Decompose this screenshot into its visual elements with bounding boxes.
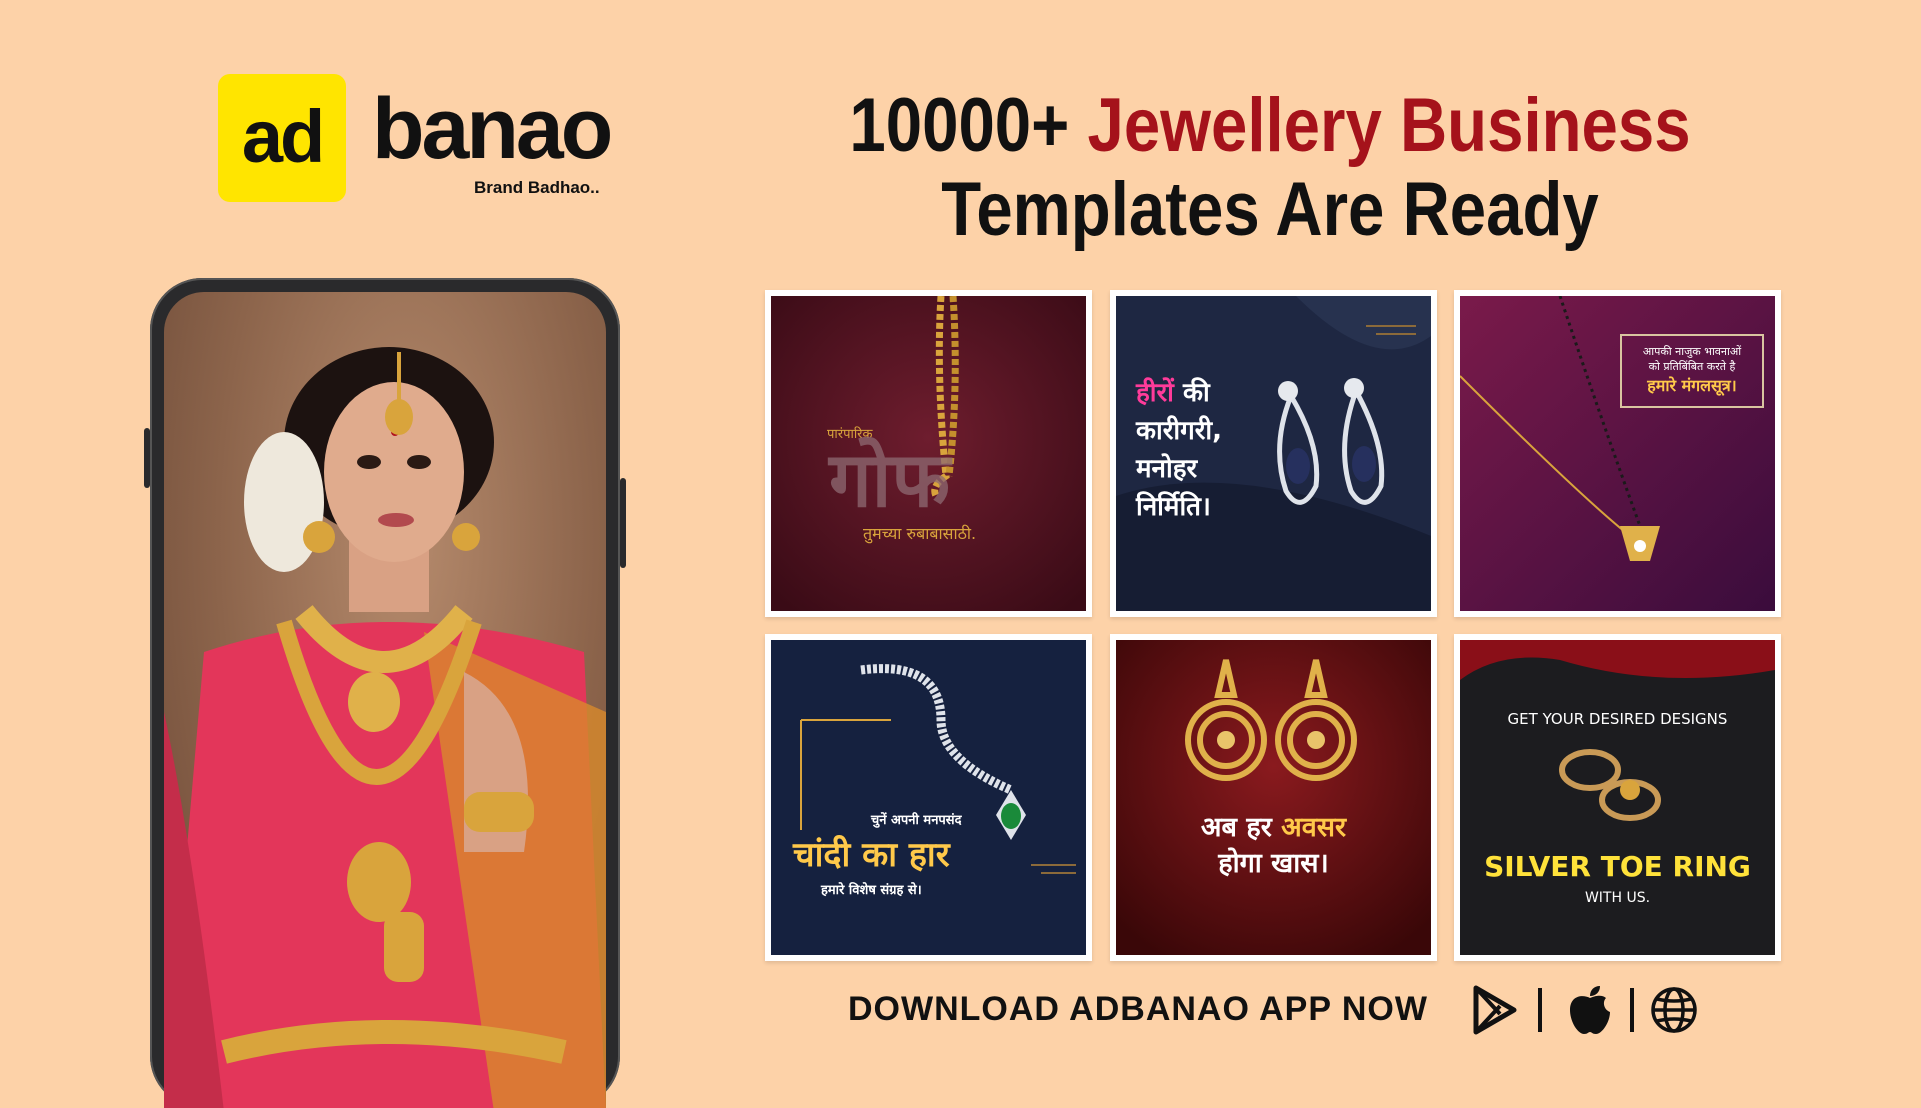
logo-tagline: Brand Badhao.. — [474, 178, 600, 197]
phone-mockup — [144, 278, 626, 1108]
logo-wordmark: banao — [372, 81, 613, 177]
gold-earrings-line-2: होगा खास। — [1218, 848, 1329, 879]
download-app-text: DOWNLOAD ADBANAO APP NOW — [848, 990, 1428, 1028]
gof-caption: तुमच्या रुबाबासाठी. — [863, 524, 977, 543]
diamond-line-1-rest: की — [1173, 378, 1210, 408]
footer-separator — [1538, 988, 1542, 1032]
template-card-toe-ring[interactable]: GET YOUR DESIRED DESIGNS SILVER TOE RING… — [1454, 634, 1781, 961]
mangalsutra-line-3: हमारे मंगलसूत्र। — [1647, 376, 1737, 395]
headline-line-1: 10000+ Jewellery Business — [831, 84, 1708, 168]
gold-earrings-plain: अब हर — [1200, 812, 1282, 843]
diamond-line-3: मनोहर — [1136, 454, 1198, 484]
gof-big-text: गोफ — [829, 435, 951, 524]
play-store-icon[interactable] — [1468, 984, 1520, 1036]
silver-necklace-line-1: चुनें अपनी मनपसंद — [871, 813, 962, 828]
toe-ring-title: SILVER TOE RING — [1484, 850, 1751, 883]
globe-icon[interactable] — [1648, 984, 1700, 1036]
gold-earrings-text: अब हर अवसर होगा खास। — [1116, 810, 1431, 882]
silver-necklace-line-2: चांदी का हार — [793, 835, 950, 875]
gold-earrings-background — [1116, 640, 1431, 955]
toe-ring-background — [1460, 640, 1775, 955]
phone-volume-button — [144, 428, 150, 488]
diamond-earrings-text: हीरों की कारीगरी, मनोहर निर्मिति। — [1136, 374, 1222, 526]
template-card-silver-necklace[interactable]: चुनें अपनी मनपसंद चांदी का हार हमारे विश… — [765, 634, 1092, 961]
diamond-highlight: हीरों — [1136, 378, 1174, 408]
mangalsutra-text-frame: आपकी नाजुक भावनाओं को प्रतिबिंबित करते ह… — [1620, 334, 1764, 408]
mangalsutra-line-1: आपकी नाजुक भावनाओं — [1642, 345, 1742, 358]
diamond-line-2: कारीगरी, — [1136, 416, 1222, 446]
logo-badge: ad — [218, 74, 346, 202]
template-card-diamond-earrings[interactable]: हीरों की कारीगरी, मनोहर निर्मिति। — [1110, 290, 1437, 617]
logo-ad-text: ad — [241, 94, 325, 178]
template-card-mangalsutra[interactable]: आपकी नाजुक भावनाओं को प्रतिबिंबित करते ह… — [1454, 290, 1781, 617]
apple-icon[interactable] — [1564, 984, 1616, 1036]
bride-model-illustration — [164, 347, 606, 1108]
headline: 10000+ Jewellery Business Templates Are … — [831, 84, 1708, 252]
template-card-gold-earrings[interactable]: अब हर अवसर होगा खास। — [1110, 634, 1437, 961]
mangalsutra-line-2: को प्रतिबिंबित करते है — [1648, 360, 1736, 373]
phone-power-button — [620, 478, 626, 568]
gold-earrings-highlight: अवसर — [1281, 812, 1347, 843]
silver-necklace-line-3: हमारे विशेष संग्रह से। — [821, 883, 922, 898]
headline-highlight: Jewellery Business — [1087, 83, 1691, 168]
toe-ring-sub: WITH US. — [1584, 890, 1651, 906]
headline-prefix: 10000+ — [849, 83, 1088, 168]
toe-ring-top-text: GET YOUR DESIRED DESIGNS — [1507, 710, 1728, 728]
silver-necklace-background — [771, 640, 1086, 955]
phone-screen — [164, 292, 606, 1108]
template-card-gof[interactable]: पारंपारिक गोफ तुमच्या रुबाबासाठी. — [765, 290, 1092, 617]
headline-line-2: Templates Are Ready — [941, 167, 1599, 252]
diamond-line-4: निर्मिति। — [1136, 492, 1211, 522]
footer-separator — [1630, 988, 1634, 1032]
adbanao-logo: ad banao Brand Badhao.. — [218, 74, 613, 204]
